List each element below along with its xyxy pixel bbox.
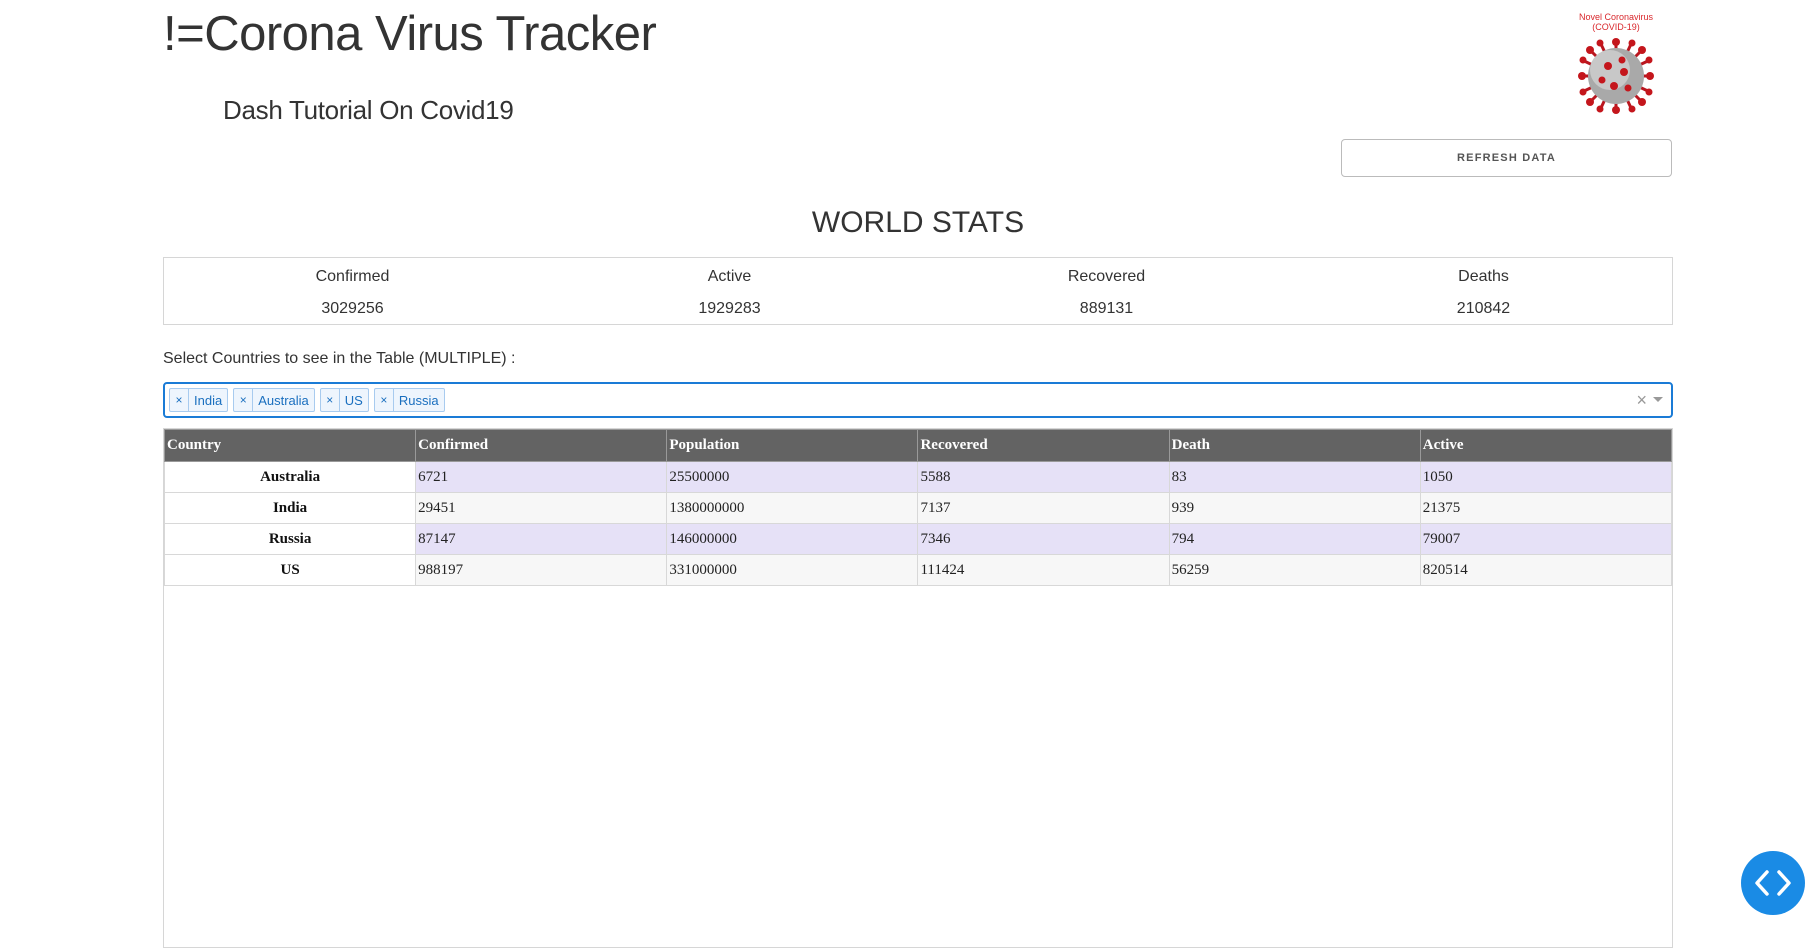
chip-australia: × Australia xyxy=(233,388,315,412)
country-select-label: Select Countries to see in the Table (MU… xyxy=(163,350,516,367)
stat-label: Confirmed xyxy=(315,268,390,285)
world-stats-title: WORLD STATS xyxy=(811,206,1025,239)
stat-active: Active 1929283 xyxy=(541,258,918,324)
column-header[interactable]: Recovered xyxy=(917,429,1170,462)
table-cell: 25500000 xyxy=(666,461,919,493)
table-cell: 7137 xyxy=(917,492,1170,524)
stat-recovered: Recovered 889131 xyxy=(918,258,1295,324)
table-cell: 939 xyxy=(1168,492,1421,524)
table-cell: 5588 xyxy=(917,461,1170,493)
table-cell: 988197 xyxy=(415,554,668,586)
stat-value: 3029256 xyxy=(321,300,384,317)
country-table-container: Country Confirmed Population Recovered D… xyxy=(163,428,1673,948)
table-cell: 111424 xyxy=(917,554,1170,586)
table-cell: 146000000 xyxy=(666,523,919,555)
table-cell: 820514 xyxy=(1419,554,1673,586)
logo-caption: Novel Coronavirus (COVID-19) xyxy=(1578,12,1654,32)
stat-value: 1929283 xyxy=(698,300,761,317)
column-header[interactable]: Death xyxy=(1168,429,1421,462)
table-row: Russia 87147 146000000 7346 794 79007 xyxy=(163,523,1673,555)
page-subtitle: Dash Tutorial On Covid19 xyxy=(223,95,514,125)
table-cell: 83 xyxy=(1168,461,1421,493)
chip-us: × US xyxy=(319,388,369,412)
world-stats-panel: Confirmed 3029256 Active 1929283 Recover… xyxy=(163,257,1673,325)
column-header[interactable]: Country xyxy=(163,429,417,462)
stat-value: 889131 xyxy=(1079,300,1134,317)
column-header[interactable]: Confirmed xyxy=(415,429,668,462)
country-cell: Russia xyxy=(163,523,417,555)
table-cell: 794 xyxy=(1168,523,1421,555)
refresh-data-button[interactable]: REFRESH DATA xyxy=(1341,139,1672,177)
table-cell: 7346 xyxy=(917,523,1170,555)
stat-label: Deaths xyxy=(1458,268,1509,285)
table-row: India 29451 1380000000 7137 939 21375 xyxy=(163,492,1673,524)
table-cell: 29451 xyxy=(415,492,668,524)
chip-label: Australia xyxy=(258,392,309,408)
chip-label: Russia xyxy=(398,392,439,408)
table-cell: 87147 xyxy=(415,523,668,555)
app-container: !=Corona Virus Tracker Dash Tutorial On … xyxy=(163,0,1673,948)
selected-chips: × India × Australia × US × Russia xyxy=(169,388,445,412)
remove-chip-icon[interactable]: × xyxy=(170,389,189,411)
table-cell: 331000000 xyxy=(666,554,919,586)
chip-label: India xyxy=(194,392,223,408)
table-header-row: Country Confirmed Population Recovered D… xyxy=(163,429,1673,462)
stat-label: Active xyxy=(707,268,752,285)
table-cell: 1050 xyxy=(1419,461,1673,493)
chip-label: US xyxy=(344,392,363,408)
page-title: !=Corona Virus Tracker xyxy=(163,7,657,61)
table-row: Australia 6721 25500000 5588 83 1050 xyxy=(163,461,1673,493)
country-cell: India xyxy=(163,492,417,524)
remove-chip-icon[interactable]: × xyxy=(234,389,254,411)
chip-russia: × Russia xyxy=(373,388,445,412)
remove-chip-icon[interactable]: × xyxy=(321,389,340,411)
country-multi-select[interactable]: × India × Australia × US × Russia × xyxy=(163,382,1673,418)
code-brackets-icon xyxy=(1755,870,1791,896)
table-cell: 21375 xyxy=(1419,492,1673,524)
remove-chip-icon[interactable]: × xyxy=(375,389,394,411)
coronavirus-logo: Novel Coronavirus (COVID-19) xyxy=(1568,12,1664,120)
chip-india: × India xyxy=(169,388,229,412)
debug-menu-button[interactable] xyxy=(1741,851,1805,915)
column-header[interactable]: Population xyxy=(666,429,919,462)
country-cell: US xyxy=(163,554,417,586)
stat-label: Recovered xyxy=(1067,268,1146,285)
stat-confirmed: Confirmed 3029256 xyxy=(164,258,541,324)
table-cell: 56259 xyxy=(1168,554,1421,586)
table-cell: 6721 xyxy=(415,461,668,493)
coronavirus-icon xyxy=(1578,38,1654,114)
table-cell: 79007 xyxy=(1419,523,1673,555)
column-header[interactable]: Active xyxy=(1419,429,1673,462)
clear-all-icon[interactable]: × xyxy=(1636,387,1647,413)
table-row: US 988197 331000000 111424 56259 820514 xyxy=(163,554,1673,586)
stat-value: 210842 xyxy=(1456,300,1511,317)
table-cell: 1380000000 xyxy=(666,492,919,524)
stat-deaths: Deaths 210842 xyxy=(1295,258,1672,324)
country-cell: Australia xyxy=(163,461,417,493)
chevron-down-icon[interactable] xyxy=(1653,397,1663,402)
country-table: Country Confirmed Population Recovered D… xyxy=(163,429,1673,586)
